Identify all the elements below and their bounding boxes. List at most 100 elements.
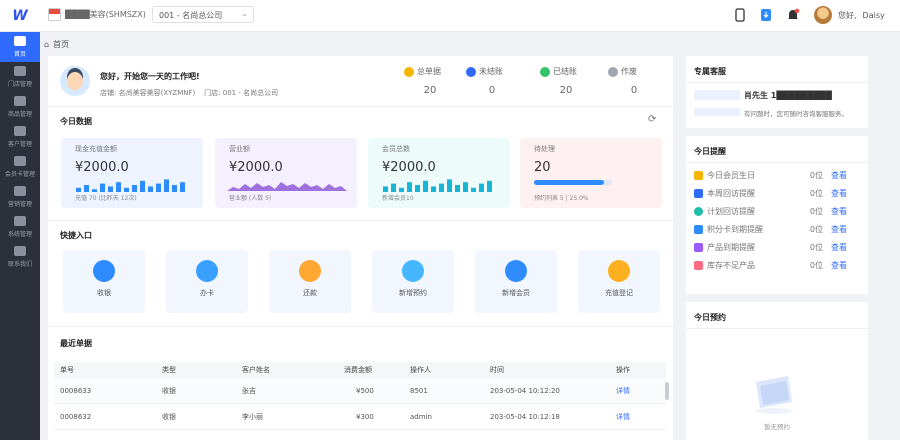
stat-unsettled[interactable]: 未结账 0 bbox=[462, 66, 522, 96]
sidebar-item-label: 首页 bbox=[13, 51, 26, 58]
reminder-week-visit[interactable]: 本周回访提醒 0位 查看 bbox=[694, 185, 860, 202]
branch-select[interactable]: 001 - 名尚总公司 ⌄ bbox=[152, 6, 254, 23]
col-header: 操作 bbox=[616, 366, 630, 374]
void-icon bbox=[608, 66, 618, 77]
spark-bar bbox=[132, 185, 137, 192]
quick-label: 充值登记 bbox=[605, 289, 633, 297]
col-header: 单号 bbox=[60, 366, 74, 374]
card-sub: 充值 70 (比昨天 12次) bbox=[75, 195, 137, 202]
app-download-icon[interactable] bbox=[759, 8, 773, 22]
reminder-birthday[interactable]: 今日会员生日 0位 查看 bbox=[694, 167, 860, 184]
detail-link[interactable]: 详情 bbox=[616, 412, 630, 422]
today-title: 今日数据 bbox=[60, 117, 92, 126]
stat-void[interactable]: 作废 0 bbox=[604, 66, 664, 96]
sidebar-item-label: 会员卡管理 bbox=[4, 171, 35, 178]
col-header: 时间 bbox=[490, 366, 504, 374]
breadcrumb: ⌂ 首页 bbox=[40, 32, 900, 56]
refresh-icon[interactable]: ⟳ bbox=[648, 114, 656, 125]
detail-link[interactable]: 详情 bbox=[616, 386, 630, 396]
stat-label: 总单据 bbox=[417, 67, 441, 76]
view-link[interactable]: 查看 bbox=[831, 170, 847, 181]
card-sub: 营业额 (人数 5) bbox=[229, 195, 272, 202]
view-link[interactable]: 查看 bbox=[831, 188, 847, 199]
stat-value: 20 bbox=[423, 85, 437, 96]
card-value: ¥2000.0 bbox=[229, 160, 283, 175]
recharge-icon bbox=[608, 260, 630, 282]
card-members[interactable]: 会员总数 ¥2000.0 新增会员10 bbox=[368, 138, 510, 208]
spark-bar bbox=[431, 186, 436, 192]
store-icon bbox=[48, 8, 61, 21]
top-bar: W ████美容(SHMSZX) 001 - 名尚总公司 ⌄ 您好, Daisy bbox=[0, 0, 900, 32]
spark-bar bbox=[391, 183, 396, 192]
member-icon bbox=[505, 260, 527, 282]
cell-operator: 8501 bbox=[410, 386, 428, 395]
store-label: 门店: bbox=[204, 89, 221, 97]
quick-card[interactable]: 办卡 bbox=[166, 250, 248, 313]
sidebar-item-home[interactable]: 首页 bbox=[0, 32, 40, 62]
col-header: 操作人 bbox=[410, 366, 431, 374]
welcome-title: 您好，开始您一天的工作吧! bbox=[100, 72, 200, 81]
reminder-count: 0位 bbox=[809, 225, 823, 234]
spark-bar bbox=[407, 182, 412, 192]
card-value: 20 bbox=[534, 160, 551, 175]
table-scrollbar[interactable] bbox=[665, 382, 669, 400]
cell-type: 收银 bbox=[162, 386, 176, 395]
reminder-count: 0位 bbox=[809, 171, 823, 180]
sidebar-item-contact[interactable]: 联系我们 bbox=[0, 242, 40, 272]
cell-time: 203-05-04 10:12:18 bbox=[490, 412, 560, 421]
spark-bar bbox=[479, 183, 484, 192]
reminder-low-stock[interactable]: 库存不足产品 0位 查看 bbox=[694, 257, 860, 274]
divider bbox=[48, 220, 673, 221]
sidebar-item-marketing[interactable]: 营销管理 bbox=[0, 182, 40, 212]
app-logo[interactable]: W bbox=[0, 0, 40, 32]
service-avatar-placeholder bbox=[694, 90, 740, 100]
reminder-product-expire[interactable]: 产品到期提醒 0位 查看 bbox=[694, 239, 860, 256]
sidebar-item-store[interactable]: 门店管理 bbox=[0, 62, 40, 92]
view-link[interactable]: 查看 bbox=[831, 206, 847, 217]
empty-illustration-icon bbox=[756, 376, 792, 414]
marketing-icon bbox=[14, 186, 26, 196]
breadcrumb-home[interactable]: 首页 bbox=[53, 39, 69, 50]
phone-icon[interactable] bbox=[733, 8, 747, 22]
reminder-card-expire[interactable]: 积分卡到期提醒 0位 查看 bbox=[694, 221, 860, 238]
spark-bar bbox=[172, 185, 177, 192]
sidebar-item-card[interactable]: 会员卡管理 bbox=[0, 152, 40, 182]
spark-bar bbox=[124, 187, 129, 192]
reminder-plan-visit[interactable]: 计划回访提醒 0位 查看 bbox=[694, 203, 860, 220]
chart-icon bbox=[694, 261, 703, 270]
store-name-label: ████美容(SHMSZX) bbox=[65, 10, 146, 19]
quick-repay[interactable]: 还款 bbox=[269, 250, 351, 313]
card-pending[interactable]: 待处理 20 预约列表 5 | 25.0% bbox=[520, 138, 662, 208]
cell-time: 203-05-04 10:12:20 bbox=[490, 386, 560, 395]
branch-select-value: 001 - 名尚总公司 bbox=[159, 11, 223, 20]
quick-cashier[interactable]: 收银 bbox=[63, 250, 145, 313]
quick-appointment[interactable]: 新增预约 bbox=[372, 250, 454, 313]
goods-icon bbox=[14, 96, 26, 106]
view-link[interactable]: 查看 bbox=[831, 242, 847, 253]
quick-recharge[interactable]: 充值登记 bbox=[578, 250, 660, 313]
home-icon[interactable]: ⌂ bbox=[44, 40, 49, 49]
divider bbox=[48, 106, 673, 107]
quick-label: 办卡 bbox=[200, 289, 214, 297]
spark-bar bbox=[487, 180, 492, 192]
spark-bar bbox=[84, 185, 89, 192]
table-header: 单号 类型 客户姓名 消费金额 操作人 时间 操作 bbox=[54, 362, 666, 378]
reminders-panel: 今日提醒 今日会员生日 0位 查看 本周回访提醒 0位 查看 计划回访提醒 0位 查看 积分… bbox=[686, 136, 868, 294]
view-link[interactable]: 查看 bbox=[831, 224, 847, 235]
document-icon bbox=[404, 66, 414, 77]
clock-icon bbox=[694, 207, 703, 216]
card-recharge[interactable]: 现金充值金额 ¥2000.0 充值 70 (比昨天 12次) bbox=[61, 138, 203, 208]
quick-label: 新增预约 bbox=[399, 289, 427, 297]
stat-total[interactable]: 总单据 20 bbox=[400, 66, 460, 96]
empty-text: 暂无预约 bbox=[764, 423, 790, 431]
sidebar-item-customer[interactable]: 客户管理 bbox=[0, 122, 40, 152]
card-revenue[interactable]: 营业额 ¥2000.0 营业额 (人数 5) bbox=[215, 138, 357, 208]
view-link[interactable]: 查看 bbox=[831, 260, 847, 271]
user-menu[interactable]: 您好, Daisy bbox=[814, 6, 885, 24]
quick-member[interactable]: 新增会员 bbox=[475, 250, 557, 313]
reminder-label: 库存不足产品 bbox=[707, 261, 755, 270]
bell-icon[interactable] bbox=[786, 8, 800, 22]
stat-settled[interactable]: 已结账 20 bbox=[536, 66, 596, 96]
sidebar-item-system[interactable]: 系统管理 bbox=[0, 212, 40, 242]
sidebar-item-goods[interactable]: 商品管理 bbox=[0, 92, 40, 122]
